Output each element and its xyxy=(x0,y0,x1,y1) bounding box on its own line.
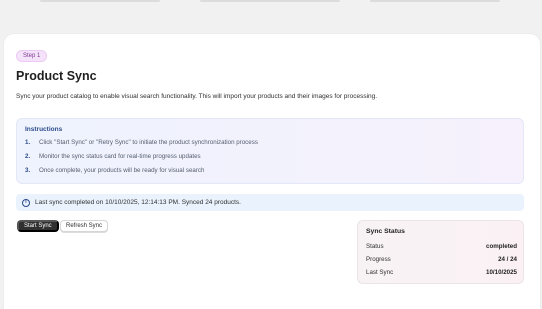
progress-value: 24 / 24 xyxy=(498,256,517,263)
progress-row: Progress 24 / 24 xyxy=(366,256,517,263)
top-bar-divider xyxy=(200,0,340,2)
refresh-sync-button[interactable]: Refresh Sync xyxy=(60,220,109,232)
start-sync-button[interactable]: Start Sync xyxy=(17,220,59,232)
top-bar-divider xyxy=(40,0,160,2)
status-label: Status xyxy=(366,243,384,250)
sync-info-banner: i Last sync completed on 10/10/2025, 12:… xyxy=(16,194,524,211)
banner-text: Last sync completed on 10/10/2025, 12:14… xyxy=(35,199,241,206)
instruction-number: 1. xyxy=(25,139,31,146)
instruction-number: 3. xyxy=(25,167,31,174)
progress-label: Progress xyxy=(366,256,391,263)
page-title: Product Sync xyxy=(16,69,97,83)
info-icon: i xyxy=(22,198,30,207)
status-value: completed xyxy=(486,243,517,250)
instruction-item: 3. Once complete, your products will be … xyxy=(25,167,204,174)
status-row: Status completed xyxy=(366,243,517,250)
top-bar-divider xyxy=(370,0,500,2)
instruction-text: Monitor the sync status card for real-ti… xyxy=(39,153,201,160)
instruction-item: 1. Click "Start Sync" or "Retry Sync" to… xyxy=(25,139,258,146)
sync-status-card: Sync Status Status completed Progress 24… xyxy=(357,220,524,284)
page-description: Sync your product catalog to enable visu… xyxy=(16,93,378,100)
top-bar xyxy=(0,0,542,34)
instruction-item: 2. Monitor the sync status card for real… xyxy=(25,153,201,160)
instruction-number: 2. xyxy=(25,153,31,160)
last-sync-row: Last Sync 10/10/2025 xyxy=(366,269,517,276)
instructions-title: Instructions xyxy=(25,126,63,133)
sync-status-title: Sync Status xyxy=(366,228,405,235)
step-badge: Step 1 xyxy=(16,50,48,62)
instruction-text: Once complete, your products will be rea… xyxy=(39,167,205,174)
instruction-text: Click "Start Sync" or "Retry Sync" to in… xyxy=(39,139,258,146)
last-sync-value: 10/10/2025 xyxy=(486,269,517,276)
last-sync-label: Last Sync xyxy=(366,269,394,276)
instructions-panel: Instructions 1. Click "Start Sync" or "R… xyxy=(16,118,524,184)
